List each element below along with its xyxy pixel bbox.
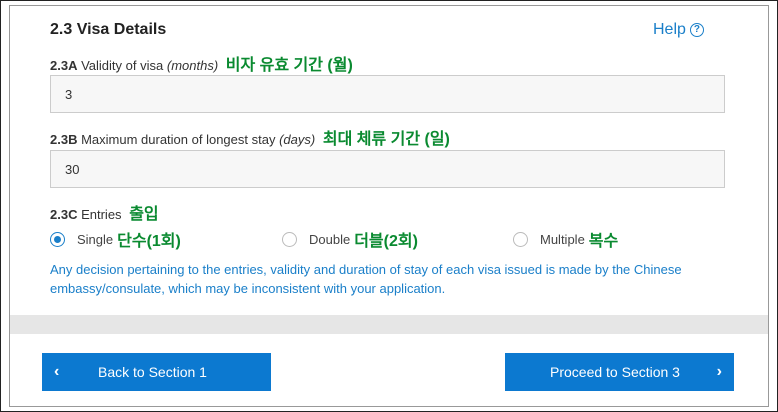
validity-label: 2.3A Validity of visa (months) 비자 유효 기간 … xyxy=(50,51,353,75)
entries-label: 2.3C Entries 출입 xyxy=(50,200,159,224)
validity-input[interactable]: 3 xyxy=(50,75,725,113)
radio-single-label[interactable]: Single xyxy=(77,232,113,247)
radio-multiple-korean: 복수 xyxy=(588,233,619,250)
radio-multiple-label[interactable]: Multiple xyxy=(540,232,585,247)
validity-code: 2.3A xyxy=(50,58,78,73)
help-label[interactable]: Help xyxy=(653,21,686,39)
entries-radio-group: Single 단수(1회) Double 더블(2회) Multiple 복수 xyxy=(50,227,750,251)
duration-unit: (days) xyxy=(279,132,316,147)
question-circle-icon[interactable]: ? xyxy=(689,23,704,37)
radio-double-korean: 더블(2회) xyxy=(354,233,418,250)
radio-unchecked-icon[interactable] xyxy=(513,231,528,247)
validity-korean-annotation: 비자 유효 기간 (월) xyxy=(225,57,353,74)
radio-double-label[interactable]: Double xyxy=(309,232,350,247)
back-button-label: Back to Section 1 xyxy=(98,364,207,380)
radio-checked-icon[interactable] xyxy=(50,231,65,247)
entries-korean-annotation: 출입 xyxy=(129,206,159,223)
radio-multiple[interactable]: Multiple 복수 xyxy=(513,227,618,251)
entries-code: 2.3C xyxy=(50,207,78,222)
duration-value[interactable]: 30 xyxy=(65,162,79,177)
validity-value[interactable]: 3 xyxy=(65,87,72,102)
duration-text: Maximum duration of longest stay xyxy=(81,132,276,147)
screenshot-frame: 2.3 Visa Details Help ? 2.3A Validity of… xyxy=(0,0,778,412)
section-title: 2.3 Visa Details xyxy=(50,21,167,38)
help-link[interactable]: Help ? xyxy=(653,21,704,39)
duration-code: 2.3B xyxy=(50,132,78,147)
duration-korean-annotation: 최대 체류 기간 (일) xyxy=(322,131,450,148)
proceed-to-section-3-button[interactable]: Proceed to Section 3 › xyxy=(505,353,734,391)
duration-input[interactable]: 30 xyxy=(50,150,725,188)
section-divider xyxy=(10,315,768,334)
validity-unit: (months) xyxy=(166,58,219,73)
chevron-left-icon: ‹ xyxy=(54,363,60,380)
radio-single[interactable]: Single 단수(1회) xyxy=(50,227,181,251)
validity-text: Validity of visa xyxy=(81,58,164,73)
radio-double[interactable]: Double 더블(2회) xyxy=(282,227,418,251)
duration-label: 2.3B Maximum duration of longest stay (d… xyxy=(50,125,450,149)
radio-unchecked-icon[interactable] xyxy=(282,231,297,247)
entries-text: Entries xyxy=(81,207,122,222)
chevron-right-icon: › xyxy=(716,363,722,380)
radio-single-korean: 단수(1회) xyxy=(117,233,181,250)
next-button-label: Proceed to Section 3 xyxy=(550,364,680,380)
entries-disclaimer: Any decision pertaining to the entries, … xyxy=(50,262,682,296)
back-to-section-1-button[interactable]: ‹ Back to Section 1 xyxy=(42,353,271,391)
